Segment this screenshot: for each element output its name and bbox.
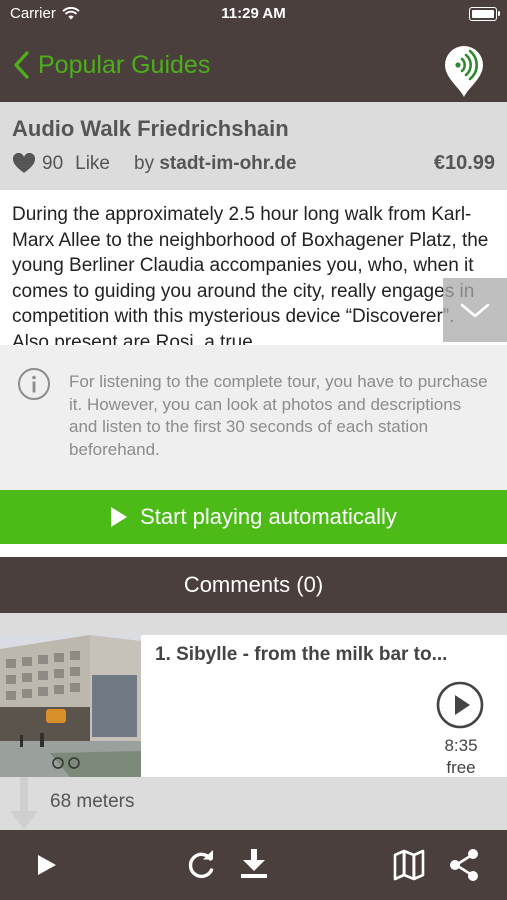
map-icon: [393, 849, 425, 881]
price: €10.99: [433, 152, 495, 174]
info-icon: [18, 368, 50, 400]
station-play-button[interactable]: [436, 681, 484, 734]
comments-label: Comments (0): [183, 572, 324, 597]
share-button[interactable]: [448, 848, 480, 887]
navigation-bar: Popular Guides: [0, 28, 507, 102]
like-button[interactable]: 90 Like: [12, 153, 110, 175]
share-icon: [450, 849, 478, 881]
play-icon: [111, 507, 128, 527]
station-thumbnail: [0, 635, 141, 777]
like-count: 90: [42, 152, 64, 174]
battery-icon: [469, 7, 500, 21]
purchase-info: For listening to the complete tour, you …: [0, 345, 507, 490]
author-prefix: by: [134, 152, 155, 174]
station-list: 1. Sibylle - from the milk bar to... 8:3…: [0, 613, 507, 830]
start-playing-label: Start playing automatically: [140, 504, 397, 529]
like-label: Like: [75, 152, 110, 174]
play-icon: [38, 855, 56, 875]
station-duration: 8:35 free: [420, 735, 502, 779]
chevron-down-icon: [460, 303, 490, 318]
status-bar: Carrier 11:29 AM: [0, 0, 507, 28]
expand-description-button[interactable]: [443, 278, 507, 342]
guide-description: During the approximately 2.5 hour long w…: [0, 190, 507, 345]
guide-title: Audio Walk Friedrichshain: [12, 116, 289, 141]
station-title: 1. Sibylle - from the milk bar to...: [155, 644, 448, 665]
refresh-icon: [188, 850, 214, 878]
guide-header: Audio Walk Friedrichshain 90 Like by sta…: [0, 102, 507, 190]
back-button-label: Popular Guides: [38, 50, 211, 79]
download-button[interactable]: [240, 849, 268, 884]
start-playing-button[interactable]: Start playing automatically: [0, 490, 507, 544]
author-line: by stadt-im-ohr.de: [134, 153, 297, 175]
chevron-left-icon: [14, 51, 29, 79]
station-duration-time: 8:35: [444, 736, 478, 755]
author-name[interactable]: stadt-im-ohr.de: [159, 153, 296, 174]
app-logo: [443, 44, 485, 103]
play-circle-icon: [436, 681, 484, 729]
download-icon: [241, 849, 267, 878]
heart-icon: [12, 153, 36, 173]
purchase-info-text: For listening to the complete tour, you …: [69, 372, 488, 459]
bottom-toolbar: [0, 830, 507, 900]
station-price: free: [446, 758, 476, 777]
down-arrow-icon: [10, 777, 38, 829]
clock: 11:29 AM: [221, 5, 286, 22]
comments-button[interactable]: Comments (0): [0, 557, 507, 613]
guide-meta: 90 Like by stadt-im-ohr.de €10.99: [12, 152, 495, 175]
station-photo: [0, 635, 141, 777]
station-item[interactable]: 1. Sibylle - from the milk bar to... 8:3…: [0, 635, 507, 777]
refresh-button[interactable]: [186, 850, 216, 885]
map-button[interactable]: [393, 849, 425, 886]
distance-label: 68 meters: [50, 791, 135, 812]
description-text: During the approximately 2.5 hour long w…: [12, 204, 489, 345]
audio-signal-pin-icon: [445, 46, 483, 97]
toolbar-play-button[interactable]: [36, 853, 58, 882]
back-button[interactable]: Popular Guides: [12, 50, 210, 80]
